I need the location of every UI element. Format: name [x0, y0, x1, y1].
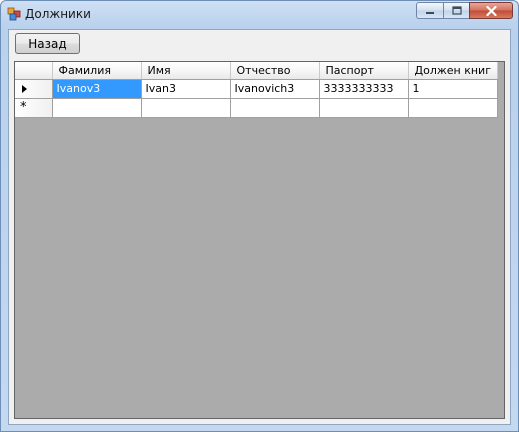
app-window: Должники Назад Фамилия Имя Отчество Пасп… — [0, 0, 519, 432]
caption-buttons — [416, 2, 513, 20]
new-row: * — [15, 98, 498, 118]
debtors-grid[interactable]: Фамилия Имя Отчество Паспорт Должен книг… — [14, 61, 505, 419]
window-title: Должники — [25, 7, 91, 21]
column-header-patronymic[interactable]: Отчество — [230, 62, 320, 80]
column-header-lastname[interactable]: Фамилия — [52, 62, 142, 80]
app-icon — [7, 7, 21, 21]
minimize-button[interactable] — [416, 2, 443, 19]
column-header-passport[interactable]: Паспорт — [319, 62, 409, 80]
close-icon — [485, 5, 497, 16]
close-button[interactable] — [469, 2, 513, 19]
new-cell-patronymic[interactable] — [230, 98, 320, 118]
cell-books-owed[interactable]: 1 — [408, 79, 498, 99]
new-row-star-icon: * — [20, 99, 27, 115]
cell-patronymic[interactable]: Ivanovich3 — [230, 79, 320, 99]
row-header-current[interactable] — [15, 79, 53, 99]
cell-firstname[interactable]: Ivan3 — [141, 79, 231, 99]
header-row: Фамилия Имя Отчество Паспорт Должен книг — [15, 62, 498, 80]
maximize-icon — [451, 6, 462, 15]
new-cell-firstname[interactable] — [141, 98, 231, 118]
back-button[interactable]: Назад — [15, 33, 80, 54]
title-bar[interactable]: Должники — [1, 1, 518, 29]
table-row: Ivanov3 Ivan3 Ivanovich3 3333333333 1 — [15, 79, 498, 99]
maximize-button[interactable] — [443, 2, 469, 19]
new-cell-lastname[interactable] — [52, 98, 142, 118]
debtors-table: Фамилия Имя Отчество Паспорт Должен книг… — [15, 62, 498, 118]
new-cell-passport[interactable] — [319, 98, 409, 118]
cell-lastname[interactable]: Ivanov3 — [52, 79, 142, 99]
row-header-new[interactable]: * — [15, 98, 53, 118]
minimize-icon — [426, 11, 434, 14]
client-area: Назад Фамилия Имя Отчество Паспорт Долже… — [8, 29, 511, 425]
column-header-books-owed[interactable]: Должен книг — [408, 62, 498, 80]
cell-passport[interactable]: 3333333333 — [319, 79, 409, 99]
column-header-firstname[interactable]: Имя — [141, 62, 231, 80]
corner-header[interactable] — [15, 62, 53, 80]
new-cell-books-owed[interactable] — [408, 98, 498, 118]
current-row-arrow-icon — [22, 84, 27, 93]
